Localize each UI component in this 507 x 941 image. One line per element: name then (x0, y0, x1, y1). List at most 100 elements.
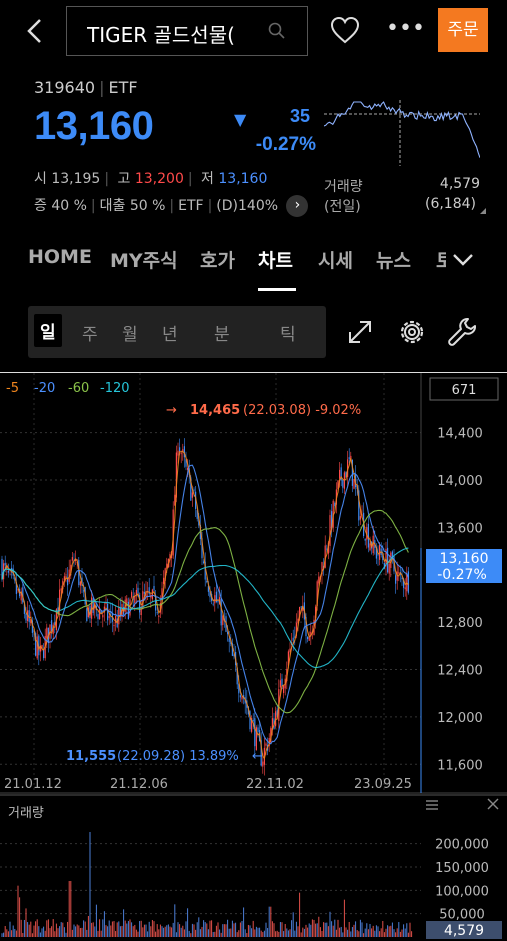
candle-body (7, 570, 9, 573)
candle-body (113, 625, 115, 627)
volume-bar (379, 931, 381, 937)
gear-icon[interactable] (394, 314, 430, 350)
tab-chart[interactable]: 차트 (258, 246, 293, 273)
volume-bar (38, 926, 40, 937)
candle-body (79, 581, 81, 586)
stock-code: 319640 (34, 78, 96, 97)
more-options-icon[interactable]: ••• (386, 14, 425, 48)
volume-bar (262, 932, 264, 937)
candle-body (339, 469, 341, 479)
open-value: 13,195 (51, 171, 101, 187)
stock-search-box[interactable]: TIGER 골드선물( (66, 6, 308, 56)
period-week[interactable]: 주 (82, 320, 98, 345)
volume-bar (364, 928, 366, 937)
period-month[interactable]: 월 (122, 320, 138, 345)
close-icon[interactable] (487, 798, 499, 810)
tab-news[interactable]: 뉴스 (376, 246, 411, 273)
volume-bar (83, 920, 85, 937)
candle-body (279, 680, 281, 688)
volume-bar (281, 922, 283, 937)
wrench-icon[interactable] (444, 314, 480, 350)
volume-bar (108, 920, 110, 937)
intraday-mini-chart[interactable] (324, 100, 480, 166)
order-button[interactable]: 주문 (438, 8, 488, 52)
volume-bar (214, 931, 216, 937)
candle-body (105, 602, 107, 604)
volume-tick-label: 150,000 (435, 861, 489, 876)
volume-bar (158, 929, 160, 937)
volume-bar (289, 929, 291, 937)
chevron-down-icon[interactable] (450, 246, 476, 272)
period-year[interactable]: 년 (162, 320, 178, 345)
period-tick[interactable]: 틱 (280, 320, 296, 345)
tab-quote[interactable]: 시세 (318, 246, 353, 273)
current-price-badge-pct: -0.27% (437, 567, 487, 583)
volume-bar (127, 921, 129, 937)
prev-volume-value: (6,184) (424, 196, 476, 212)
candlestick-chart[interactable]: -5 -20 -60 -120 671 14,400 14,000 13,600 13… (0, 373, 507, 941)
volume-bar (348, 922, 350, 937)
high-value: 13,200 (134, 171, 184, 187)
volume-bar (236, 932, 238, 937)
volume-bar (332, 925, 334, 937)
volume-bar (244, 929, 246, 937)
search-icon[interactable] (267, 21, 287, 41)
min-arrow: ← (252, 749, 263, 764)
volume-bar (271, 921, 273, 937)
volume-bar (323, 922, 325, 937)
volume-bar (17, 885, 19, 937)
expand-icon[interactable] (342, 314, 378, 350)
volume-bar (225, 924, 227, 937)
margin-rate: 증 40 % (34, 198, 87, 214)
volume-value: 4,579 (439, 176, 480, 192)
volume-bar (228, 928, 230, 937)
period-minute[interactable]: 분 (214, 320, 230, 345)
low-label: 저 (201, 171, 214, 187)
volume-bar (4, 926, 6, 937)
candle-body (134, 595, 136, 604)
volume-bar (172, 922, 174, 937)
volume-bar (257, 927, 259, 937)
volume-bar (233, 923, 235, 937)
volume-bar (342, 932, 344, 937)
chevron-right-icon[interactable]: › (286, 195, 309, 217)
volume-bar (207, 929, 209, 937)
volume-bar (43, 926, 45, 937)
period-day[interactable]: 일 (34, 314, 62, 347)
volume-bar (398, 922, 400, 937)
tab-home[interactable]: HOME (28, 246, 92, 268)
candle-body (398, 572, 400, 574)
price-chart-area[interactable]: -5 -20 -60 -120 671 14,400 14,000 13,600 13… (0, 373, 507, 941)
y-tick-label: 13,600 (437, 521, 483, 536)
volume-bar (310, 924, 312, 937)
count-box-label: 671 (452, 383, 477, 398)
volume-bar (159, 924, 161, 937)
candle-body (180, 453, 182, 455)
volume-bar (409, 922, 411, 937)
volume-menu-icon[interactable] (426, 800, 438, 810)
volume-bar (163, 927, 165, 937)
volume-bar (403, 924, 405, 937)
margin-info: 증 40 % | 대출 50 % | ETF | (D)140% › (34, 195, 309, 217)
volume-bar (35, 921, 37, 937)
volume-bar (7, 931, 9, 937)
favorite-heart-icon[interactable] (328, 14, 362, 48)
tab-truncated[interactable]: 토 (436, 246, 446, 273)
open-label: 시 (34, 171, 47, 187)
volume-bar (209, 920, 211, 937)
volume-bar (239, 922, 241, 937)
volume-bar (78, 925, 80, 937)
stock-name: TIGER 골드선물( (87, 23, 235, 47)
volume-bar (299, 892, 301, 937)
volume-bar (201, 926, 203, 937)
volume-bar (65, 932, 67, 937)
tab-my-stock[interactable]: MY주식 (110, 246, 178, 273)
tab-orderbook[interactable]: 호가 (200, 246, 235, 273)
candle-body (126, 598, 128, 604)
back-arrow-icon[interactable] (20, 14, 50, 48)
volume-bar (142, 927, 144, 937)
candle-body (353, 478, 355, 489)
volume-bar (46, 920, 48, 937)
volume-bar (145, 924, 147, 937)
max-annotation: → 14,465 (22.03.08) -9.02% (166, 403, 361, 418)
